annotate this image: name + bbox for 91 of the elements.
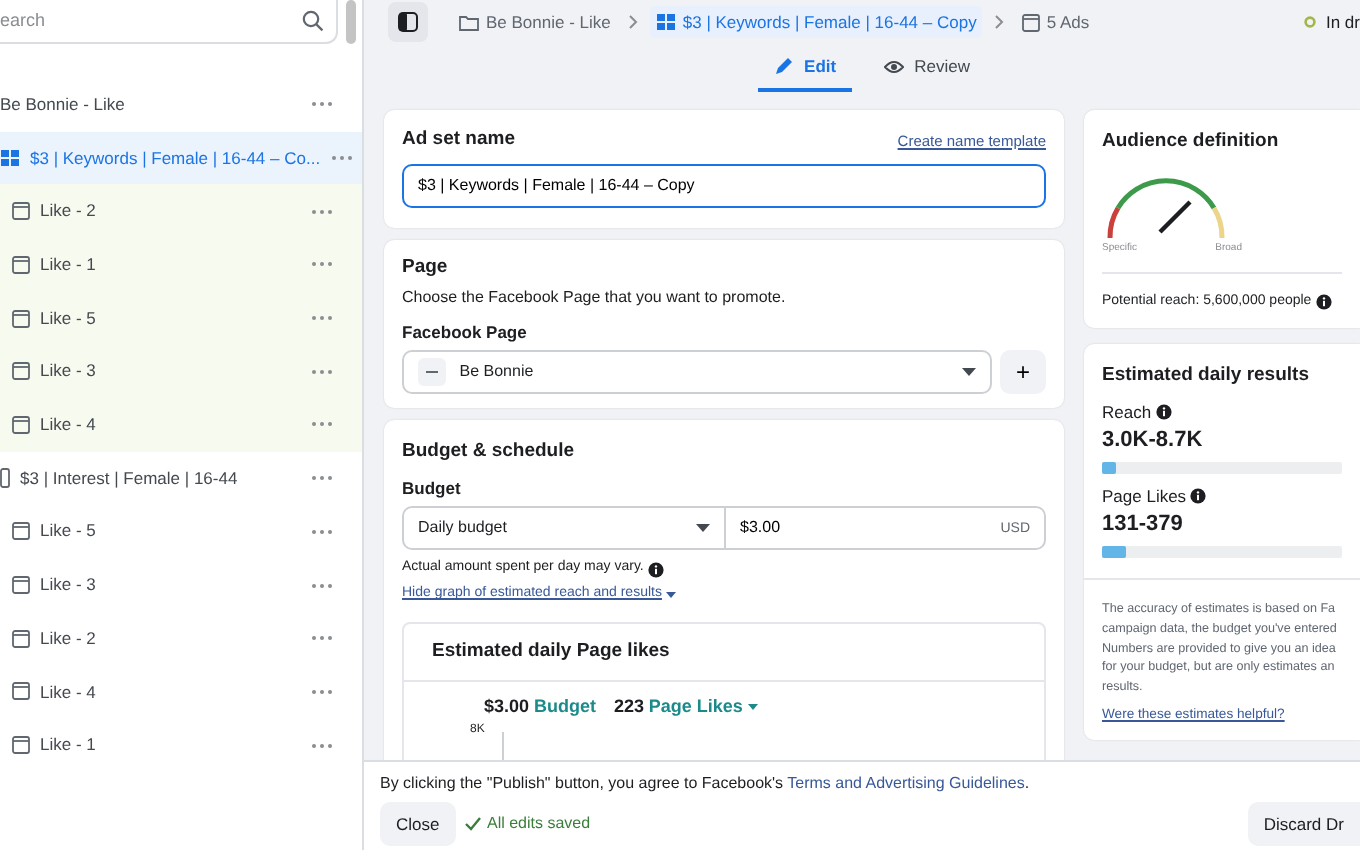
grid-icon: [0, 148, 20, 169]
ad-icon: [12, 736, 30, 755]
more-icon[interactable]: [310, 367, 334, 376]
info-icon: [1155, 403, 1172, 420]
more-icon[interactable]: [310, 420, 334, 429]
terms-link[interactable]: Terms and Advertising Guidelines: [787, 774, 1025, 792]
graph-title: Estimated daily Page likes: [432, 639, 670, 661]
agreement-text: By clicking the "Publish" button, you agree to Facebook's Terms and Advertising Guidelines.: [380, 772, 1032, 796]
status-label: In dr: [1303, 9, 1360, 35]
search-icon: [302, 10, 324, 32]
adset-icon: [0, 468, 10, 489]
ad-icon: [12, 629, 30, 648]
caret-icon: [747, 704, 758, 710]
metric-value: 3.0K-8.7K: [1102, 426, 1205, 457]
ad-icon: [12, 522, 30, 541]
axis-line: [502, 732, 505, 760]
card-title: Budget & schedule: [402, 438, 577, 466]
field-label: Budget: [402, 475, 463, 501]
check-icon: [464, 816, 483, 832]
tree-item[interactable]: Like - 3: [0, 344, 362, 399]
field-label: Facebook Page: [402, 319, 529, 345]
breadcrumb-link[interactable]: $3 | Keywords | Female | 16-44 – Copy: [650, 5, 983, 39]
tree-item[interactable]: Like - 2: [0, 184, 362, 239]
more-icon[interactable]: [310, 527, 334, 536]
ad-icon: [1022, 13, 1041, 31]
info-icon: [1315, 294, 1332, 311]
caret-icon: [961, 367, 975, 376]
folder-icon: [458, 12, 480, 32]
metric-label: Page Likes: [1102, 483, 1187, 509]
status-icon: [1303, 16, 1316, 28]
tree-item[interactable]: $3 | Interest | Female | 16-44: [0, 451, 362, 505]
more-icon[interactable]: [310, 687, 334, 696]
save-status: All edits saved: [464, 812, 591, 836]
ad-icon: [12, 682, 30, 701]
breadcrumb-link[interactable]: Be Bonnie - Like: [452, 5, 617, 39]
info-icon: [1190, 487, 1207, 504]
more-icon[interactable]: [310, 474, 334, 483]
info-icon: [648, 561, 665, 577]
tree-item[interactable]: Like - 1: [0, 238, 362, 292]
tree-item[interactable]: Like - 5: [0, 505, 362, 559]
budget-summary: $3.00 Budget: [484, 693, 597, 720]
card-title: Estimated daily results: [1102, 361, 1311, 390]
tree-item[interactable]: Like - 1: [0, 718, 362, 772]
card-title: Page: [402, 253, 450, 282]
chevron-icon: [628, 14, 639, 30]
caret-icon: [666, 591, 677, 598]
grid-icon: [656, 12, 677, 32]
ad-icon: [12, 415, 30, 434]
more-icon[interactable]: [310, 634, 334, 643]
more-icon[interactable]: [330, 154, 355, 163]
tree-item[interactable]: $3 | Keywords | Female | 16-44 – Co...: [0, 131, 362, 185]
tree-item[interactable]: Like - 4: [0, 665, 362, 719]
panel-icon: [398, 12, 418, 32]
ad-icon: [12, 309, 30, 328]
add-button[interactable]: +: [1000, 349, 1046, 394]
tree-item[interactable]: Like - 5: [0, 291, 362, 345]
tree-item[interactable]: Like - 2: [0, 611, 362, 666]
more-icon[interactable]: [310, 581, 334, 590]
card-description: Choose the Facebook Page that you want to promote.: [402, 286, 788, 311]
eye-icon: [884, 57, 905, 75]
page-dropdown[interactable]: Be Bonnie: [402, 349, 991, 394]
results-dropdown[interactable]: 223 Page Likes: [614, 693, 758, 721]
more-icon[interactable]: [310, 100, 334, 109]
panel-toggle-button[interactable]: [388, 2, 428, 42]
breadcrumb-link[interactable]: 5 Ads: [1016, 5, 1096, 39]
more-icon[interactable]: [310, 314, 334, 323]
name-field[interactable]: $3 | Keywords | Female | 16-44 – Copy: [402, 163, 1046, 208]
pencil-icon: [774, 56, 795, 76]
ad-icon: [12, 255, 30, 274]
scrollbar-thumb[interactable]: [346, 0, 356, 44]
tab[interactable]: Edit: [758, 44, 853, 92]
tree-item[interactable]: Like - 4: [0, 398, 362, 452]
ad-icon: [12, 362, 30, 381]
caret-icon: [696, 523, 710, 532]
more-icon[interactable]: [310, 207, 334, 216]
discard-button[interactable]: Discard Dr: [1247, 802, 1360, 846]
metric-value: 131-379: [1102, 510, 1185, 541]
ad-icon: [12, 576, 30, 595]
tree-item[interactable]: Like - 3: [0, 558, 362, 612]
budget-type-dropdown[interactable]: Daily budget: [402, 505, 726, 550]
card-title: Ad set name: [402, 126, 515, 154]
metric-label: Reach: [1102, 399, 1152, 425]
tab[interactable]: Review: [868, 44, 986, 92]
more-icon[interactable]: [310, 260, 334, 269]
tree-item[interactable]: Be Bonnie - Like: [0, 78, 362, 132]
ad-icon: [12, 202, 30, 221]
more-icon[interactable]: [310, 741, 334, 750]
page-icon: [418, 357, 446, 386]
chevron-icon: [994, 14, 1005, 30]
close-button[interactable]: Close: [380, 802, 456, 846]
card-title: Audience definition: [1102, 128, 1281, 157]
